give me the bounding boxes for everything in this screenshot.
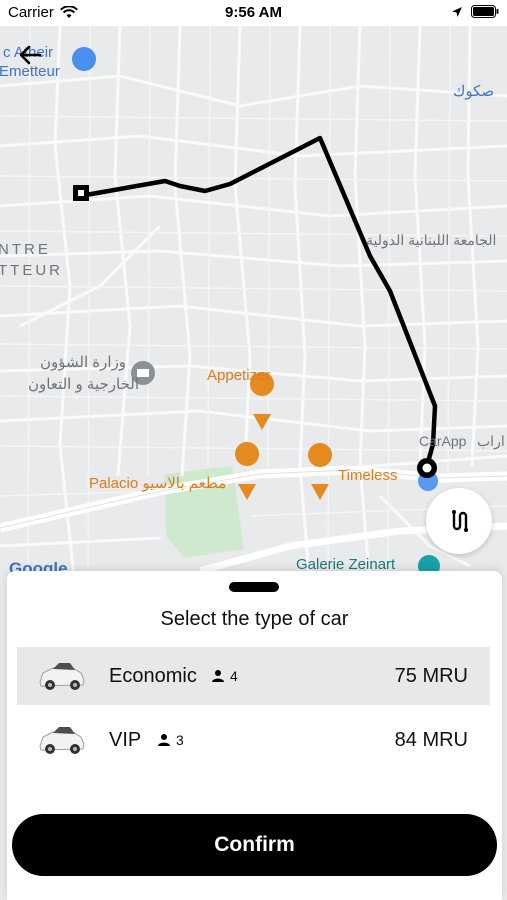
car-image-icon bbox=[39, 663, 85, 690]
car-type-sheet: Select the type of car Economic 4 75 MRU… bbox=[7, 571, 502, 900]
seat-capacity: 3 bbox=[157, 732, 184, 748]
car-option-economic[interactable]: Economic 4 75 MRU bbox=[17, 647, 490, 705]
status-right bbox=[451, 5, 499, 18]
map-label-appetizer: Appetizer bbox=[207, 367, 271, 384]
swap-route-icon bbox=[452, 510, 468, 532]
status-time: 9:56 AM bbox=[225, 4, 282, 21]
car-name: VIP bbox=[109, 728, 142, 751]
map-label-palacio: Palacio مطعم بالاسيو bbox=[89, 475, 227, 492]
back-button[interactable] bbox=[14, 40, 48, 70]
person-icon bbox=[212, 670, 224, 682]
sheet-drag-handle[interactable] bbox=[229, 582, 279, 592]
map-label-carapp: CarApp bbox=[419, 433, 467, 449]
swap-route-button[interactable] bbox=[426, 488, 492, 554]
map-label-centre-2: TTEUR bbox=[0, 262, 63, 279]
map-label-centre-1: NTRE bbox=[0, 241, 51, 258]
map-label-ministry-2: الخارجية و التعاون bbox=[28, 376, 139, 393]
car-option-vip[interactable]: VIP 3 84 MRU bbox=[17, 711, 490, 769]
status-bar: Carrier 9:56 AM bbox=[0, 0, 507, 26]
sheet-title: Select the type of car bbox=[160, 608, 349, 630]
battery-icon bbox=[471, 5, 499, 18]
arrow-left-icon bbox=[19, 45, 42, 65]
map-label-timeless: Timeless bbox=[338, 467, 398, 484]
seat-count: 3 bbox=[176, 732, 184, 748]
seat-count: 4 bbox=[230, 668, 238, 684]
map-label-ministry-1: وزارة الشؤون bbox=[40, 354, 127, 371]
car-image-icon bbox=[39, 727, 85, 754]
car-price: 84 MRU bbox=[394, 728, 468, 751]
map-label-carapp-arabic: اراب bbox=[477, 433, 505, 449]
map-label-top-right: صكوك bbox=[453, 83, 495, 100]
car-name: Economic bbox=[109, 664, 197, 687]
map-label-lebanese-university: الجامعة اللبنانية الدولية bbox=[366, 232, 497, 248]
seat-capacity: 4 bbox=[211, 668, 238, 684]
person-icon bbox=[158, 734, 170, 746]
confirm-button[interactable]: Confirm bbox=[12, 814, 497, 876]
car-price: 75 MRU bbox=[394, 664, 468, 687]
location-arrow-icon bbox=[452, 6, 462, 17]
